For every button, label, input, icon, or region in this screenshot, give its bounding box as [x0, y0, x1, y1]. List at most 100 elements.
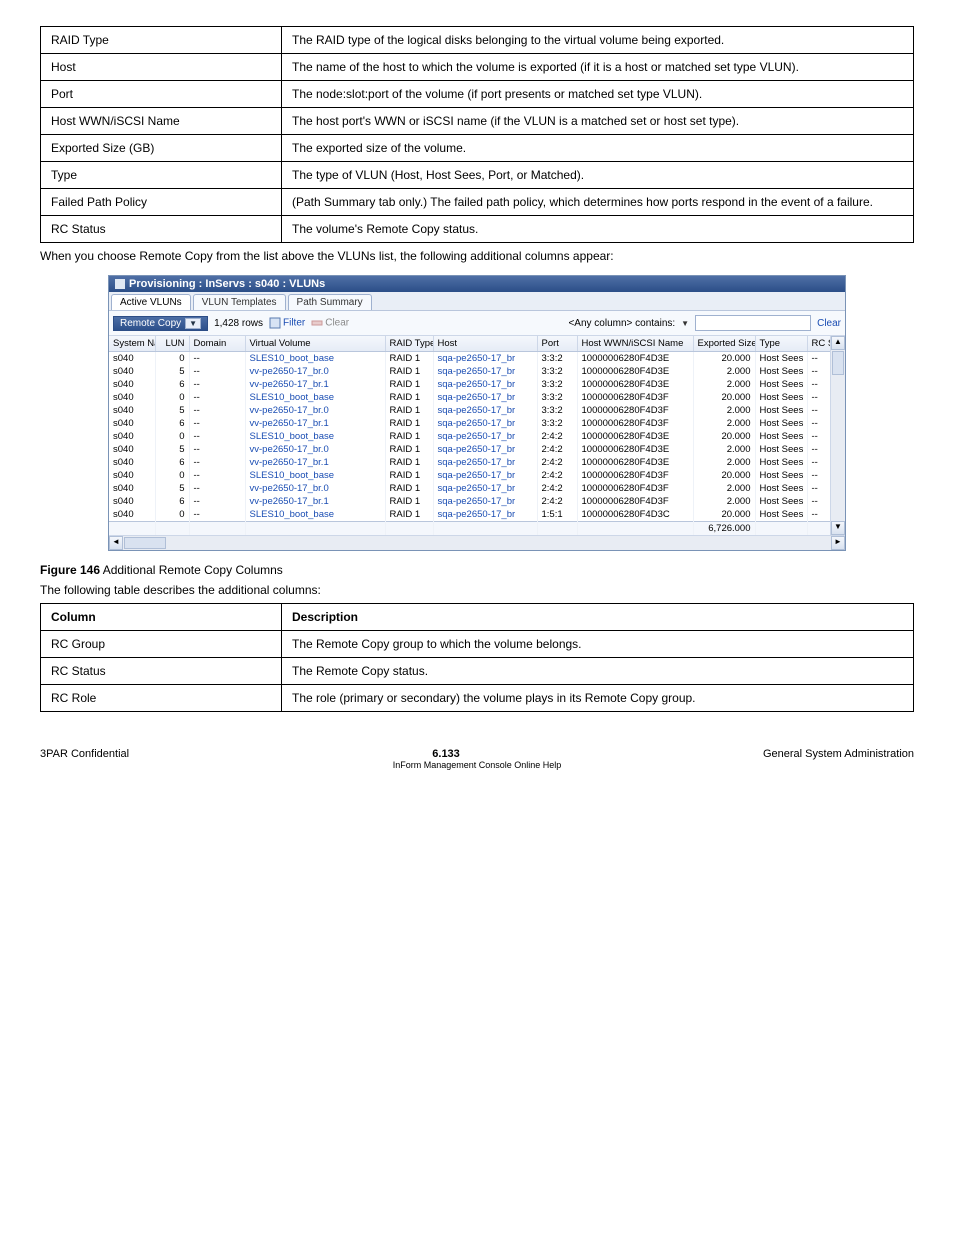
table-row[interactable]: s0405--vv-pe2650-17_br.0RAID 1sqa-pe2650… — [109, 365, 845, 378]
vluns-window: Provisioning : InServs : s040 : VLUNs Ac… — [108, 275, 846, 551]
tab-active-vluns[interactable]: Active VLUNs — [111, 294, 191, 310]
cell-host[interactable]: sqa-pe2650-17_br — [433, 430, 537, 443]
column-header[interactable]: Virtual Volume — [245, 336, 385, 352]
cell-system: s040 — [109, 508, 155, 522]
cell-virtual-volume[interactable]: vv-pe2650-17_br.0 — [245, 365, 385, 378]
cell-raid: RAID 1 — [385, 391, 433, 404]
scroll-up-icon[interactable]: ▲ — [831, 336, 845, 350]
cell-virtual-volume[interactable]: SLES10_boot_base — [245, 391, 385, 404]
cell-host[interactable]: sqa-pe2650-17_br — [433, 495, 537, 508]
cell-domain: -- — [189, 391, 245, 404]
column-header[interactable]: Host WWN/iSCSI Name — [577, 336, 693, 352]
column-header[interactable]: Host — [433, 336, 537, 352]
scroll-thumb[interactable] — [832, 351, 844, 375]
cell-lun: 6 — [155, 495, 189, 508]
cell-wwn: 10000006280F4D3E — [577, 365, 693, 378]
table-row[interactable]: s0406--vv-pe2650-17_br.1RAID 1sqa-pe2650… — [109, 378, 845, 391]
table-row[interactable]: s0400--SLES10_boot_baseRAID 1sqa-pe2650-… — [109, 391, 845, 404]
cell-wwn: 10000006280F4D3F — [577, 495, 693, 508]
cell-virtual-volume[interactable]: SLES10_boot_base — [245, 430, 385, 443]
cell-system: s040 — [109, 417, 155, 430]
cell-size: 2.000 — [693, 404, 755, 417]
window-icon — [115, 279, 125, 289]
cell-lun: 6 — [155, 417, 189, 430]
cell-virtual-volume[interactable]: vv-pe2650-17_br.0 — [245, 443, 385, 456]
desc-key: Type — [41, 162, 282, 189]
cell-type: Host Sees — [755, 495, 807, 508]
cell-host[interactable]: sqa-pe2650-17_br — [433, 508, 537, 522]
cell-wwn: 10000006280F4D3F — [577, 469, 693, 482]
scroll-right-icon[interactable]: ► — [831, 536, 845, 550]
tab-vlun-templates[interactable]: VLUN Templates — [193, 294, 286, 310]
cell-virtual-volume[interactable]: vv-pe2650-17_br.0 — [245, 404, 385, 417]
cell-virtual-volume[interactable]: vv-pe2650-17_br.0 — [245, 482, 385, 495]
cell-host[interactable]: sqa-pe2650-17_br — [433, 404, 537, 417]
cell-virtual-volume[interactable]: vv-pe2650-17_br.1 — [245, 456, 385, 469]
table-row[interactable]: s0406--vv-pe2650-17_br.1RAID 1sqa-pe2650… — [109, 456, 845, 469]
desc-row: Host WWN/iSCSI NameThe host port's WWN o… — [41, 108, 914, 135]
column-header[interactable]: System Name — [109, 336, 155, 352]
filter-link[interactable]: Filter — [269, 317, 305, 329]
table-row[interactable]: s0400--SLES10_boot_baseRAID 1sqa-pe2650-… — [109, 508, 845, 522]
clear-search-link[interactable]: Clear — [817, 318, 841, 329]
cell-size: 2.000 — [693, 456, 755, 469]
cell-virtual-volume[interactable]: SLES10_boot_base — [245, 352, 385, 366]
view-combo[interactable]: Remote Copy ▼ — [113, 316, 208, 331]
cell-host[interactable]: sqa-pe2650-17_br — [433, 391, 537, 404]
column-header[interactable]: RAID Type — [385, 336, 433, 352]
cell-wwn: 10000006280F4D3E — [577, 352, 693, 366]
column-header[interactable]: Exported Size (GB) — [693, 336, 755, 352]
cell-host[interactable]: sqa-pe2650-17_br — [433, 443, 537, 456]
search-mode-dropdown[interactable]: ▼ — [681, 319, 689, 328]
table-row[interactable]: s0405--vv-pe2650-17_br.0RAID 1sqa-pe2650… — [109, 404, 845, 417]
cell-host[interactable]: sqa-pe2650-17_br — [433, 365, 537, 378]
clear-filter[interactable]: Clear — [311, 317, 349, 329]
cell-virtual-volume[interactable]: vv-pe2650-17_br.1 — [245, 417, 385, 430]
table-row[interactable]: s0400--SLES10_boot_baseRAID 1sqa-pe2650-… — [109, 352, 845, 366]
column-header[interactable]: Domain — [189, 336, 245, 352]
scroll-down-icon[interactable]: ▼ — [831, 521, 845, 535]
column-header[interactable]: Type — [755, 336, 807, 352]
table-row[interactable]: s0400--SLES10_boot_baseRAID 1sqa-pe2650-… — [109, 430, 845, 443]
desc-row: RC GroupThe Remote Copy group to which t… — [41, 631, 914, 658]
cell-virtual-volume[interactable]: SLES10_boot_base — [245, 469, 385, 482]
cell-domain: -- — [189, 430, 245, 443]
vertical-scrollbar[interactable]: ▲ ▼ — [830, 336, 845, 535]
window-title: Provisioning : InServs : s040 : VLUNs — [129, 278, 325, 290]
table-row[interactable]: s0405--vv-pe2650-17_br.0RAID 1sqa-pe2650… — [109, 443, 845, 456]
cell-host[interactable]: sqa-pe2650-17_br — [433, 352, 537, 366]
cell-system: s040 — [109, 456, 155, 469]
cell-virtual-volume[interactable]: vv-pe2650-17_br.1 — [245, 495, 385, 508]
column-header[interactable]: LUN — [155, 336, 189, 352]
cell-domain: -- — [189, 508, 245, 522]
desc-key: RC Group — [41, 631, 282, 658]
cell-host[interactable]: sqa-pe2650-17_br — [433, 469, 537, 482]
cell-size: 2.000 — [693, 365, 755, 378]
cell-host[interactable]: sqa-pe2650-17_br — [433, 482, 537, 495]
table-row[interactable]: s0406--vv-pe2650-17_br.1RAID 1sqa-pe2650… — [109, 495, 845, 508]
tab-path-summary[interactable]: Path Summary — [288, 294, 372, 310]
cell-host[interactable]: sqa-pe2650-17_br — [433, 378, 537, 391]
desc-key: Column — [41, 604, 282, 631]
cell-virtual-volume[interactable]: SLES10_boot_base — [245, 508, 385, 522]
cell-port: 2:4:2 — [537, 456, 577, 469]
cell-raid: RAID 1 — [385, 378, 433, 391]
cell-host[interactable]: sqa-pe2650-17_br — [433, 417, 537, 430]
table-row[interactable]: s0400--SLES10_boot_baseRAID 1sqa-pe2650-… — [109, 469, 845, 482]
cell-host[interactable]: sqa-pe2650-17_br — [433, 456, 537, 469]
cell-size: 2.000 — [693, 417, 755, 430]
cell-size: 20.000 — [693, 508, 755, 522]
horizontal-scrollbar[interactable]: ◄ ► — [109, 535, 845, 550]
cell-system: s040 — [109, 430, 155, 443]
column-header[interactable]: Port — [537, 336, 577, 352]
cell-type: Host Sees — [755, 365, 807, 378]
cell-virtual-volume[interactable]: vv-pe2650-17_br.1 — [245, 378, 385, 391]
hscroll-thumb[interactable] — [124, 537, 166, 549]
table-row[interactable]: s0406--vv-pe2650-17_br.1RAID 1sqa-pe2650… — [109, 417, 845, 430]
grid-header-row[interactable]: System NameLUNDomainVirtual VolumeRAID T… — [109, 336, 845, 352]
search-input[interactable] — [695, 315, 811, 331]
footer-sub: InForm Management Console Online Help — [40, 760, 914, 770]
scroll-left-icon[interactable]: ◄ — [109, 536, 123, 550]
table-row[interactable]: s0405--vv-pe2650-17_br.0RAID 1sqa-pe2650… — [109, 482, 845, 495]
summary-exported-size: 6,726.000 — [693, 522, 755, 536]
